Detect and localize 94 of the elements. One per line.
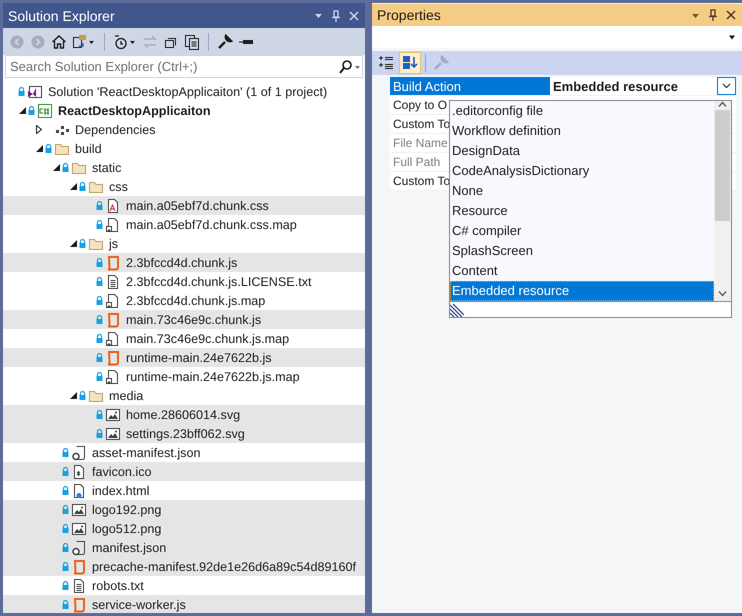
tree-item[interactable]: asset-manifest.json bbox=[3, 443, 365, 462]
tree-item[interactable]: main.a05ebf7d.chunk.css bbox=[3, 196, 365, 215]
tree-item[interactable]: 2.3bfccd4d.chunk.js bbox=[3, 253, 365, 272]
expander-icon[interactable] bbox=[18, 107, 26, 114]
script-icon bbox=[71, 596, 87, 612]
expander-icon[interactable] bbox=[36, 145, 42, 152]
dropdown-option[interactable]: SplashScreen bbox=[450, 241, 714, 261]
tree-item[interactable]: ReactDesktopApplicaiton bbox=[3, 101, 365, 120]
sync-icon[interactable] bbox=[72, 34, 96, 50]
solution-icon bbox=[27, 84, 43, 100]
categorized-icon bbox=[378, 56, 394, 70]
tree-item[interactable]: manifest.json bbox=[3, 538, 365, 557]
script-icon bbox=[105, 254, 121, 270]
sort-az-button[interactable] bbox=[399, 52, 421, 74]
close-icon[interactable] bbox=[726, 10, 736, 20]
json-file-icon bbox=[71, 540, 87, 556]
resize-grip-icon[interactable] bbox=[450, 303, 464, 317]
search-field[interactable]: Search Solution Explorer (Ctrl+;) bbox=[5, 55, 363, 78]
expander-icon[interactable] bbox=[70, 240, 76, 247]
text-file-icon bbox=[105, 274, 121, 290]
dropdown-option[interactable]: Content bbox=[450, 261, 714, 281]
scrollbar[interactable] bbox=[714, 101, 731, 301]
tree-item[interactable]: css bbox=[3, 177, 365, 196]
history-icon[interactable] bbox=[113, 34, 137, 50]
web-page-icon bbox=[71, 482, 87, 498]
tree-item[interactable]: index.html bbox=[3, 481, 365, 500]
wrench-icon bbox=[433, 55, 449, 71]
tree-item[interactable]: settings.23bff062.svg bbox=[3, 424, 365, 443]
chevron-down-icon bbox=[722, 83, 731, 89]
panel-title: Properties bbox=[377, 7, 442, 23]
image-file-icon bbox=[105, 406, 121, 422]
copy-pages-icon[interactable] bbox=[184, 34, 200, 50]
dropdown-arrow-icon[interactable] bbox=[728, 34, 736, 40]
script-icon bbox=[71, 558, 87, 574]
wrench-icon[interactable] bbox=[217, 34, 233, 50]
search-input[interactable]: Search Solution Explorer (Ctrl+;) bbox=[6, 59, 338, 74]
scroll-up-icon[interactable] bbox=[718, 101, 727, 108]
dropdown-option[interactable]: Embedded resource bbox=[450, 281, 714, 301]
search-icon[interactable] bbox=[338, 58, 362, 74]
dropdown-option[interactable]: DesignData bbox=[450, 141, 714, 161]
tree-item[interactable]: logo192.png bbox=[3, 500, 365, 519]
scroll-down-icon[interactable] bbox=[718, 290, 727, 297]
csharp-project-icon bbox=[37, 102, 53, 118]
text-file-icon bbox=[71, 578, 87, 594]
tree-item[interactable]: precache-manifest.92de1e26d6a89c54d89160f bbox=[3, 557, 365, 576]
tree-item[interactable]: service-worker.js bbox=[3, 595, 365, 613]
tree-item[interactable]: js bbox=[3, 234, 365, 253]
tree-item[interactable]: main.73c46e9c.chunk.js.map bbox=[3, 329, 365, 348]
tree-item[interactable]: static bbox=[3, 158, 365, 177]
script-icon bbox=[105, 350, 121, 366]
tree-item[interactable]: runtime-main.24e7622b.js.map bbox=[3, 367, 365, 386]
map-file-icon bbox=[105, 368, 121, 384]
scroll-thumb[interactable] bbox=[715, 110, 730, 221]
dropdown-option[interactable]: C# compiler bbox=[450, 221, 714, 241]
tree-item[interactable]: favicon.ico bbox=[3, 462, 365, 481]
expander-icon[interactable] bbox=[36, 125, 42, 134]
tree-item[interactable]: Solution 'ReactDesktopApplicaiton' (1 of 1 project) bbox=[3, 82, 365, 101]
property-value: Embedded resource bbox=[553, 78, 679, 94]
panel-title: Solution Explorer bbox=[8, 8, 116, 24]
tree-item[interactable]: runtime-main.24e7622b.js bbox=[3, 348, 365, 367]
tree-item[interactable]: robots.txt bbox=[3, 576, 365, 595]
sort-az-icon bbox=[402, 56, 418, 70]
image-file-icon bbox=[71, 520, 87, 536]
tree-item[interactable]: logo512.png bbox=[3, 519, 365, 538]
dropdown-option[interactable]: Resource bbox=[450, 201, 714, 221]
tree-item[interactable]: Dependencies bbox=[3, 120, 365, 139]
tree-item[interactable]: 2.3bfccd4d.chunk.js.LICENSE.txt bbox=[3, 272, 365, 291]
script-icon bbox=[105, 312, 121, 328]
map-file-icon bbox=[105, 216, 121, 232]
stylesheet-icon bbox=[105, 198, 121, 214]
tree-item[interactable]: build bbox=[3, 139, 365, 158]
dropdown-option[interactable]: CodeAnalysisDictionary bbox=[450, 161, 714, 181]
tree-item[interactable]: 2.3bfccd4d.chunk.js.map bbox=[3, 291, 365, 310]
tree-item[interactable]: home.28606014.svg bbox=[3, 405, 365, 424]
window-position-icon[interactable] bbox=[314, 11, 323, 20]
dropdown-button[interactable] bbox=[717, 77, 736, 95]
expander-icon[interactable] bbox=[52, 164, 60, 171]
icon-file-icon bbox=[71, 464, 87, 480]
image-file-icon bbox=[105, 426, 121, 442]
image-file-icon bbox=[71, 502, 87, 518]
tree-item[interactable]: media bbox=[3, 386, 365, 405]
dropdown-option[interactable]: .editorconfig file bbox=[450, 101, 714, 121]
json-file-icon bbox=[71, 444, 87, 460]
tree-item[interactable]: main.a05ebf7d.chunk.css.map bbox=[3, 215, 365, 234]
dropdown-option[interactable]: None bbox=[450, 181, 714, 201]
pin-icon[interactable] bbox=[708, 9, 718, 21]
expander-icon[interactable] bbox=[70, 183, 76, 190]
map-file-icon bbox=[105, 330, 121, 346]
map-file-icon bbox=[105, 292, 121, 308]
dropdown-option[interactable]: Workflow definition bbox=[450, 121, 714, 141]
home-icon[interactable] bbox=[51, 34, 67, 50]
expander-icon[interactable] bbox=[70, 392, 76, 399]
property-name[interactable]: Build Action bbox=[390, 77, 550, 95]
tree-item[interactable]: main.73c46e9c.chunk.js bbox=[3, 310, 365, 329]
